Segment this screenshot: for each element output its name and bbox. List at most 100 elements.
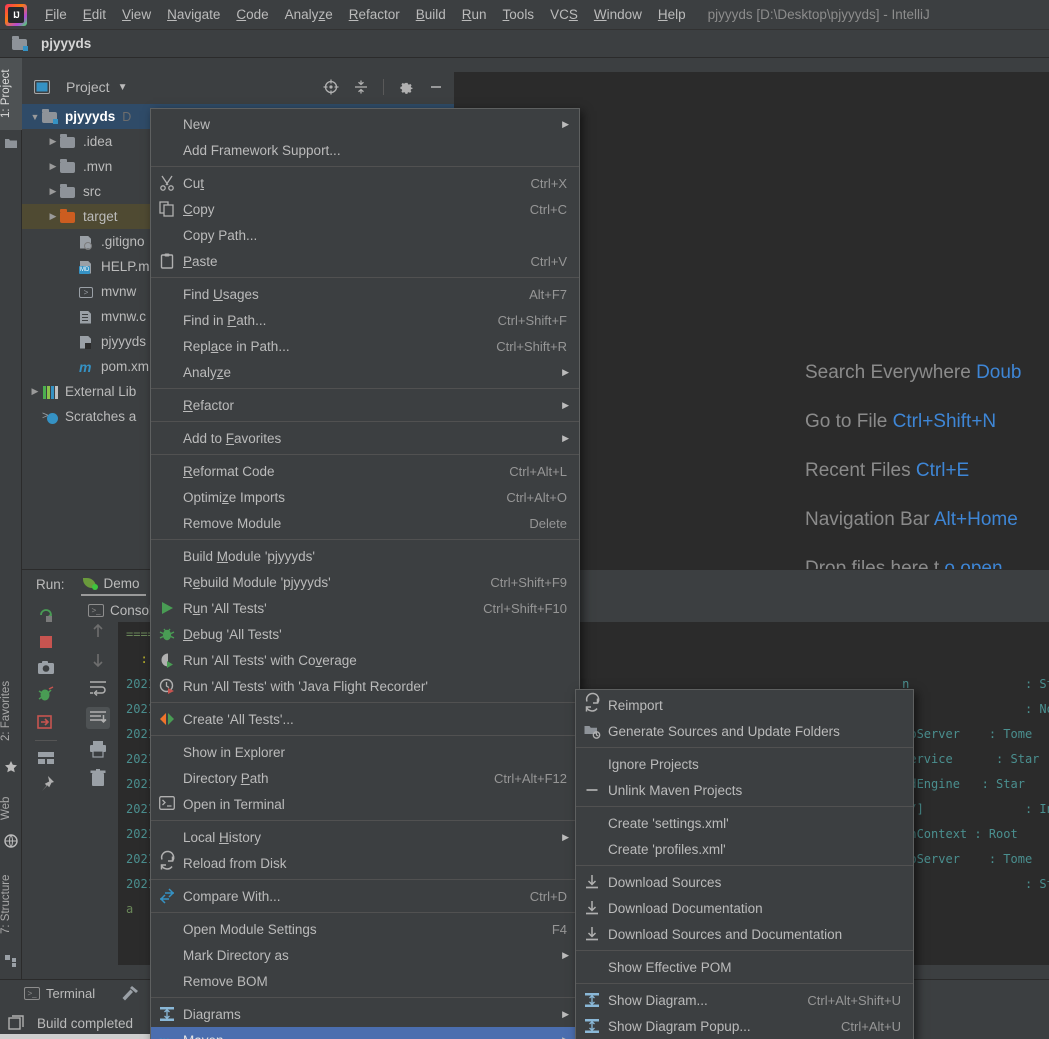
menu-item-show-diagram-popup[interactable]: Show Diagram Popup... Ctrl+Alt+U xyxy=(576,1013,913,1039)
menu-separator xyxy=(151,702,579,703)
pin-icon[interactable] xyxy=(37,775,55,793)
menu-item-replace-in-path[interactable]: Replace in Path... Ctrl+Shift+R xyxy=(151,333,579,359)
menu-build[interactable]: Build xyxy=(408,3,454,26)
menu-file[interactable]: File xyxy=(37,3,75,26)
menu-view[interactable]: View xyxy=(114,3,159,26)
menu-item-show-in-explorer[interactable]: Show in Explorer xyxy=(151,739,579,765)
menu-tools[interactable]: Tools xyxy=(495,3,543,26)
menu-vcs[interactable]: VCS xyxy=(542,3,586,26)
menu-item-find-usages[interactable]: Find Usages Alt+F7 xyxy=(151,281,579,307)
menu-item-rebuild-module-pjyyyds[interactable]: Rebuild Module 'pjyyyds' Ctrl+Shift+F9 xyxy=(151,569,579,595)
scroll-to-end-icon[interactable] xyxy=(86,707,110,729)
tool-button-terminal[interactable]: >_ Terminal xyxy=(24,986,95,1001)
menu-item-reload-from-disk[interactable]: Reload from Disk xyxy=(151,850,579,876)
menu-item-copy[interactable]: Copy Ctrl+C xyxy=(151,196,579,222)
menu-item-ignore-projects[interactable]: Ignore Projects xyxy=(576,751,913,777)
menu-item-diagrams[interactable]: Diagrams ▶ xyxy=(151,1001,579,1027)
menu-item-open-module-settings[interactable]: Open Module Settings F4 xyxy=(151,916,579,942)
menu-item-add-to-favorites[interactable]: Add to Favorites ▶ xyxy=(151,425,579,451)
tool-button-web[interactable]: Web xyxy=(0,786,22,830)
menu-item-download-sources[interactable]: Download Sources xyxy=(576,869,913,895)
navigation-bar[interactable]: pjyyyds xyxy=(0,30,1049,58)
menu-item-add-framework-support[interactable]: Add Framework Support... xyxy=(151,137,579,163)
menu-item-create-all-tests[interactable]: Create 'All Tests'... xyxy=(151,706,579,732)
run-configuration-tab[interactable]: Demo xyxy=(80,573,146,596)
collapse-all-icon[interactable] xyxy=(353,79,369,95)
menu-item-maven[interactable]: m Maven ▶ xyxy=(151,1027,579,1039)
menu-item-remove-module[interactable]: Remove Module Delete xyxy=(151,510,579,536)
event-log-icon[interactable] xyxy=(8,1014,25,1032)
menu-edit[interactable]: Edit xyxy=(75,3,114,26)
menu-item-cut[interactable]: Cut Ctrl+X xyxy=(151,170,579,196)
menu-item-compare-with[interactable]: Compare With... Ctrl+D xyxy=(151,883,579,909)
menu-item-show-effective-pom[interactable]: Show Effective POM xyxy=(576,954,913,980)
menu-item-create-settings-xml[interactable]: Create 'settings.xml' xyxy=(576,810,913,836)
trash-icon[interactable] xyxy=(90,769,106,787)
down-arrow-icon[interactable] xyxy=(90,651,106,669)
menu-code[interactable]: Code xyxy=(228,3,276,26)
menu-item-generate-sources-and-update-folders[interactable]: Generate Sources and Update Folders xyxy=(576,718,913,744)
menu-item-refactor[interactable]: Refactor ▶ xyxy=(151,392,579,418)
hide-panel-icon[interactable] xyxy=(428,79,444,95)
menu-navigate[interactable]: Navigate xyxy=(159,3,228,26)
scroll-from-source-icon[interactable] xyxy=(323,79,339,95)
menu-item-label: Create 'All Tests'... xyxy=(183,711,294,727)
menu-item-mark-directory-as[interactable]: Mark Directory as ▶ xyxy=(151,942,579,968)
build-hammer-icon[interactable] xyxy=(121,985,139,1003)
menu-help[interactable]: Help xyxy=(650,3,694,26)
menu-item-run-all-tests-with-java-flight-recorder[interactable]: Run 'All Tests' with 'Java Flight Record… xyxy=(151,673,579,699)
menu-item-open-in-terminal[interactable]: Open in Terminal xyxy=(151,791,579,817)
tree-expand-arrow-down-icon[interactable]: ▼ xyxy=(28,112,42,122)
menu-run[interactable]: Run xyxy=(454,3,495,26)
tree-expand-arrow-right-icon[interactable]: ▶ xyxy=(46,211,60,222)
menu-refactor[interactable]: Refactor xyxy=(341,3,408,26)
tree-node-label: .gitigno xyxy=(101,234,145,249)
menu-window[interactable]: Window xyxy=(586,3,650,26)
tool-button-project[interactable]: 1: Project xyxy=(0,58,22,130)
menu-item-run-all-tests-with-coverage[interactable]: Run 'All Tests' with Coverage xyxy=(151,647,579,673)
menu-item-download-documentation[interactable]: Download Documentation xyxy=(576,895,913,921)
camera-snapshot-icon[interactable] xyxy=(37,660,55,676)
menu-item-optimize-imports[interactable]: Optimize Imports Ctrl+Alt+O xyxy=(151,484,579,510)
thread-dump-icon[interactable] xyxy=(37,686,55,704)
rerun-icon[interactable] xyxy=(37,606,55,624)
menu-item-debug-all-tests[interactable]: Debug 'All Tests' xyxy=(151,621,579,647)
tree-expand-arrow-right-icon[interactable]: ▶ xyxy=(46,136,60,147)
menu-item-unlink-maven-projects[interactable]: Unlink Maven Projects xyxy=(576,777,913,803)
menu-item-shortcut: Ctrl+Shift+F10 xyxy=(483,600,567,616)
project-context-menu[interactable]: New ▶ Add Framework Support... Cut Ctrl+X Cop… xyxy=(150,108,580,1039)
menu-item-analyze[interactable]: Analyze ▶ xyxy=(151,359,579,385)
menu-item-reformat-code[interactable]: Reformat Code Ctrl+Alt+L xyxy=(151,458,579,484)
menu-item-new[interactable]: New ▶ xyxy=(151,111,579,137)
menu-item-label: New xyxy=(183,116,211,132)
maven-submenu[interactable]: Reimport Generate Sources and Update Fold… xyxy=(575,689,914,1039)
menu-item-directory-path[interactable]: Directory Path Ctrl+Alt+F12 xyxy=(151,765,579,791)
stop-icon[interactable] xyxy=(38,634,54,650)
menu-item-show-diagram[interactable]: Show Diagram... Ctrl+Alt+Shift+U xyxy=(576,987,913,1013)
tree-expand-arrow-right-icon[interactable]: ▶ xyxy=(28,386,42,397)
soft-wrap-icon[interactable] xyxy=(89,680,107,697)
restore-layout-icon[interactable] xyxy=(37,714,55,730)
gear-icon[interactable] xyxy=(398,79,414,95)
tool-button-favorites[interactable]: 2: Favorites xyxy=(0,666,22,756)
print-icon[interactable] xyxy=(89,740,107,758)
tool-button-structure[interactable]: 7: Structure xyxy=(0,858,22,950)
menu-item-run-all-tests[interactable]: Run 'All Tests' Ctrl+Shift+F10 xyxy=(151,595,579,621)
menu-item-shortcut: Ctrl+Shift+F xyxy=(497,312,567,328)
menu-item-download-sources-and-documentation[interactable]: Download Sources and Documentation xyxy=(576,921,913,947)
breadcrumb-project[interactable]: pjyyyds xyxy=(41,36,91,51)
menu-item-find-in-path[interactable]: Find in Path... Ctrl+Shift+F xyxy=(151,307,579,333)
menu-item-remove-bom[interactable]: Remove BOM xyxy=(151,968,579,994)
tree-expand-arrow-right-icon[interactable]: ▶ xyxy=(46,186,60,197)
menu-item-build-module-pjyyyds[interactable]: Build Module 'pjyyyds' xyxy=(151,543,579,569)
layout-settings-icon[interactable] xyxy=(37,751,55,765)
chevron-down-icon[interactable]: ▼ xyxy=(118,82,128,93)
menu-item-copy-path[interactable]: Copy Path... xyxy=(151,222,579,248)
tree-expand-arrow-right-icon[interactable]: ▶ xyxy=(46,161,60,172)
menu-item-paste[interactable]: Paste Ctrl+V xyxy=(151,248,579,274)
up-arrow-icon[interactable] xyxy=(90,622,106,640)
menu-item-create-profiles-xml[interactable]: Create 'profiles.xml' xyxy=(576,836,913,862)
menu-analyze[interactable]: Analyze xyxy=(277,3,341,26)
menu-item-reimport[interactable]: Reimport xyxy=(576,692,913,718)
menu-item-local-history[interactable]: Local History ▶ xyxy=(151,824,579,850)
